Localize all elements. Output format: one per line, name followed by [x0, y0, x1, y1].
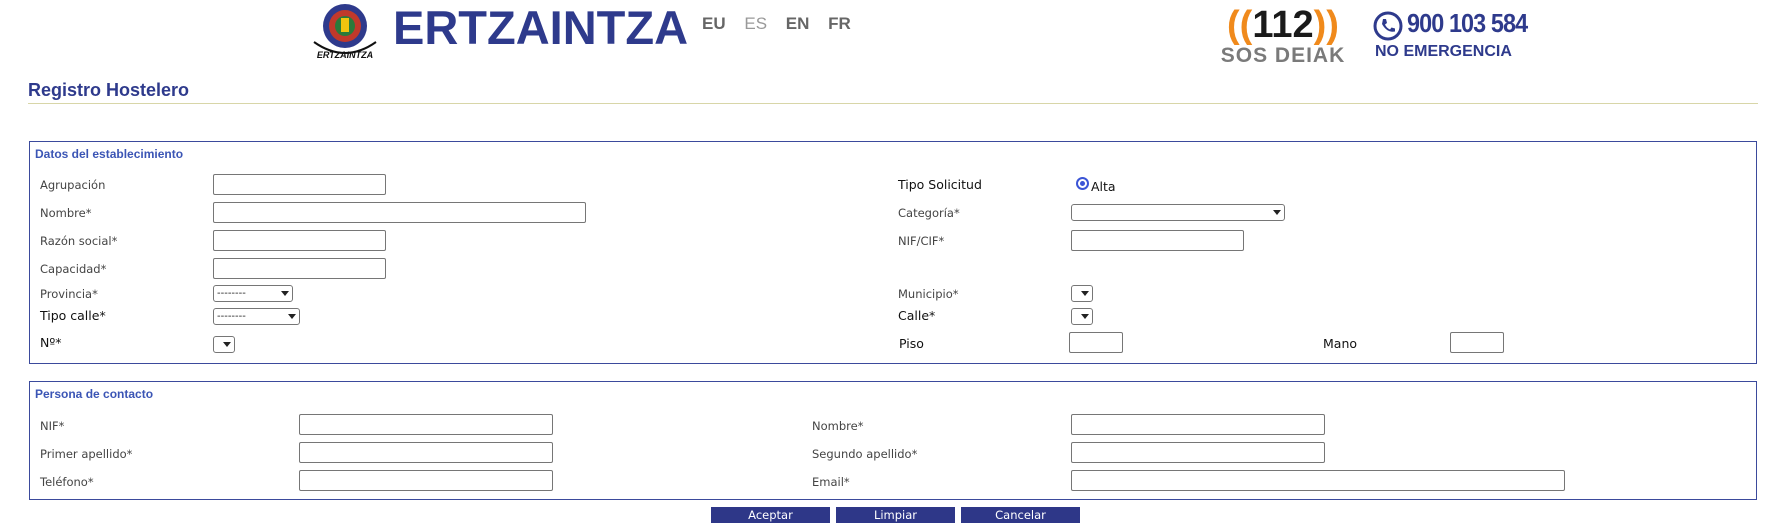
establishment-legend: Datos del establecimiento: [35, 147, 184, 161]
chevron-down-icon: [1273, 210, 1281, 215]
primer-apellido-label: Primer apellido*: [40, 447, 133, 461]
capacidad-input[interactable]: [213, 258, 386, 279]
alta-radio-label: Alta: [1091, 179, 1116, 194]
segundo-apellido-input[interactable]: [1071, 442, 1325, 463]
page-title: Registro Hostelero: [28, 80, 190, 100]
categoria-label: Categoría*: [898, 206, 960, 220]
sos-112-badge: ((112)) SOS DEIAK: [1213, 4, 1353, 67]
alta-radio[interactable]: [1076, 177, 1089, 190]
sos-number: ((112)): [1227, 4, 1339, 46]
accept-button[interactable]: Aceptar: [711, 507, 830, 523]
piso-label: Piso: [899, 336, 924, 351]
cancel-button[interactable]: Cancelar: [961, 507, 1080, 523]
mano-input[interactable]: [1450, 332, 1504, 353]
lang-eu-link[interactable]: EU: [702, 14, 726, 33]
chevron-down-icon: [1081, 314, 1089, 319]
piso-input[interactable]: [1069, 332, 1123, 353]
contact-nombre-input[interactable]: [1071, 414, 1325, 435]
numero-label: Nº*: [40, 335, 62, 350]
municipio-select[interactable]: [1071, 285, 1093, 302]
mano-label: Mano: [1323, 336, 1358, 351]
email-input[interactable]: [1071, 470, 1565, 491]
lang-en-link[interactable]: EN: [786, 14, 810, 33]
contact-section: Persona de contacto NIF* Primer apellido…: [29, 381, 1757, 500]
provincia-label: Provincia*: [40, 287, 98, 301]
agrupacion-label: Agrupación: [40, 178, 106, 192]
chevron-down-icon: [223, 342, 231, 347]
tipo-calle-label: Tipo calle*: [40, 308, 106, 323]
clear-button[interactable]: Limpiar: [836, 507, 955, 523]
phone-subtitle: NO EMERGENCIA: [1375, 43, 1512, 60]
capacidad-label: Capacidad*: [40, 262, 107, 276]
categoria-select[interactable]: [1071, 204, 1285, 221]
chevron-down-icon: [281, 291, 289, 296]
establishment-section: Datos del establecimiento Agrupación Nom…: [29, 141, 1757, 364]
municipio-label: Municipio*: [898, 287, 959, 301]
tipo-calle-select[interactable]: --------: [213, 308, 300, 325]
nombre-input[interactable]: [213, 202, 586, 223]
lang-fr-link[interactable]: FR: [828, 14, 851, 33]
telefono-input[interactable]: [299, 470, 553, 491]
nif-cif-label: NIF/CIF*: [898, 234, 945, 248]
telefono-label: Teléfono*: [40, 475, 94, 489]
contact-legend: Persona de contacto: [35, 387, 154, 401]
numero-select[interactable]: [213, 336, 235, 353]
razon-social-label: Razón social*: [40, 234, 118, 248]
sos-wave-icon-right: )): [1313, 4, 1339, 46]
brand-name[interactable]: ERTZAINTZA: [393, 2, 688, 54]
svg-text:ERTZAINTZA: ERTZAINTZA: [317, 50, 373, 60]
language-selector: EU ES EN FR: [702, 14, 865, 34]
tipo-solicitud-label: Tipo Solicitud: [898, 177, 982, 192]
calle-select[interactable]: [1071, 308, 1093, 325]
agrupacion-input[interactable]: [213, 174, 386, 195]
contact-nif-label: NIF*: [40, 419, 65, 433]
ertzaintza-emblem-logo[interactable]: ERTZAINTZA: [312, 2, 378, 62]
nombre-label: Nombre*: [40, 206, 92, 220]
title-divider: [28, 103, 1758, 104]
non-emergency-phone: 900 103 584 NO EMERGENCIA: [1373, 8, 1533, 68]
site-header: ERTZAINTZA ERTZAINTZA EU ES EN FR ((112)…: [0, 0, 1785, 70]
chevron-down-icon: [1081, 291, 1089, 296]
sos-text: SOS DEIAK: [1220, 44, 1346, 67]
contact-nif-input[interactable]: [299, 414, 553, 435]
sos-wave-icon: ((: [1227, 4, 1253, 46]
chevron-down-icon: [288, 314, 296, 319]
nif-cif-input[interactable]: [1071, 230, 1244, 251]
razon-social-input[interactable]: [213, 230, 386, 251]
calle-label: Calle*: [898, 308, 936, 323]
contact-nombre-label: Nombre*: [812, 419, 864, 433]
phone-number: 900 103 584: [1407, 8, 1528, 38]
lang-es-link[interactable]: ES: [744, 14, 767, 33]
segundo-apellido-label: Segundo apellido*: [812, 447, 918, 461]
provincia-select[interactable]: --------: [213, 285, 293, 302]
email-label: Email*: [812, 475, 850, 489]
primer-apellido-input[interactable]: [299, 442, 553, 463]
phone-icon: [1373, 11, 1403, 41]
